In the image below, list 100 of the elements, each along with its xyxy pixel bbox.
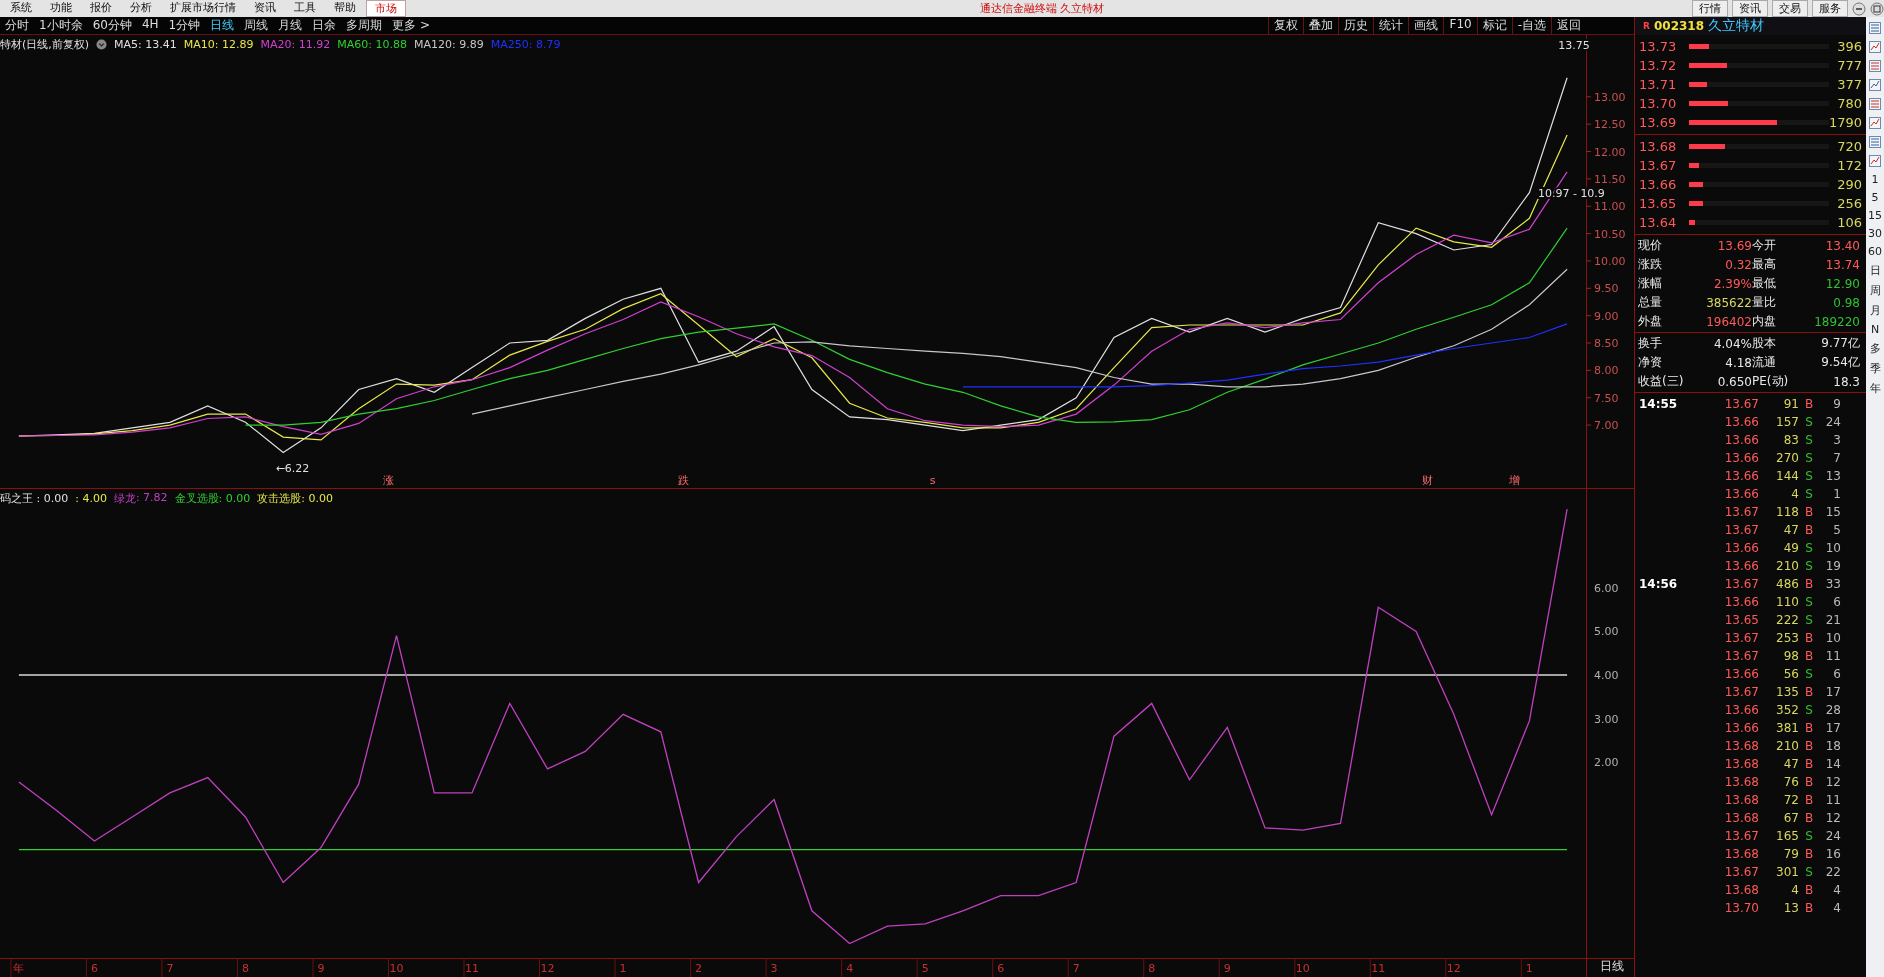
axis-label: 5	[921, 962, 929, 975]
trade-price: 13.66	[1723, 433, 1759, 447]
order-price: 13.69	[1639, 115, 1678, 130]
trade-count: 12	[1824, 775, 1841, 789]
trade-volume: 4	[1790, 487, 1799, 501]
stat-value: 4.04%	[1712, 336, 1752, 351]
period-tab[interactable]: 1分钟	[163, 17, 206, 34]
axis-label: 11.50	[1594, 172, 1626, 186]
period-tab[interactable]: 多周期	[341, 17, 388, 34]
tool-icon[interactable]	[1868, 97, 1882, 111]
period-tab[interactable]: 分时	[0, 17, 34, 34]
trade-price: 13.66	[1723, 721, 1759, 735]
menu-item[interactable]: 资讯	[1732, 0, 1768, 17]
trade-side: S	[1804, 415, 1814, 429]
menu-item[interactable]: 市场	[366, 0, 406, 17]
period-label: 日线	[1600, 958, 1624, 975]
tool-icon[interactable]	[1868, 78, 1882, 92]
period-tab[interactable]: 日线	[205, 17, 240, 34]
period-button[interactable]: N	[1870, 323, 1880, 336]
toolbar-button[interactable]: 历史	[1338, 17, 1374, 34]
period-button[interactable]: 30	[1868, 227, 1882, 240]
trade-price: 13.70	[1723, 901, 1759, 915]
trade-volume: 352	[1775, 703, 1799, 717]
period-tab[interactable]: 4H	[136, 17, 164, 34]
period-button[interactable]: 60	[1868, 245, 1882, 258]
tool-icon[interactable]	[1868, 40, 1882, 54]
menu-item[interactable]: 分析	[122, 0, 160, 17]
period-button[interactable]: 日	[1869, 263, 1881, 278]
trade-side: S	[1804, 541, 1814, 555]
tool-icon[interactable]	[1868, 154, 1882, 168]
axis-label: 5.00	[1594, 625, 1619, 639]
period-button[interactable]: 季	[1869, 361, 1881, 376]
period-tab[interactable]: 日余	[307, 17, 342, 34]
order-price: 13.65	[1639, 196, 1678, 211]
indicator-legend: : 4.00	[75, 492, 107, 505]
menu-item[interactable]: 服务	[1812, 0, 1848, 17]
stat-label: 流通	[1752, 354, 1777, 371]
toolbar-button[interactable]: 复权	[1268, 17, 1304, 34]
period-tab[interactable]: 60分钟	[87, 17, 137, 34]
trade-count: 1	[1832, 487, 1841, 501]
trade-price: 13.68	[1723, 883, 1759, 897]
trade-count: 11	[1824, 793, 1841, 807]
tool-icon[interactable]	[1868, 135, 1882, 149]
axis-label: 8.00	[1594, 364, 1619, 378]
trade-volume: 381	[1775, 721, 1799, 735]
trade-volume: 253	[1775, 631, 1799, 645]
axis-label: 7	[166, 962, 174, 975]
trade-side: B	[1803, 793, 1815, 807]
maximize-icon[interactable]	[1870, 1, 1884, 16]
ma-legend-name: MA10	[183, 38, 215, 51]
toolbar-button[interactable]: 统计	[1373, 17, 1409, 34]
tool-icon[interactable]	[1868, 21, 1882, 35]
trade-count: 13	[1824, 469, 1841, 483]
trade-price: 13.68	[1723, 793, 1759, 807]
menu-item[interactable]: 帮助	[326, 0, 364, 17]
period-button[interactable]: 多	[1869, 341, 1881, 356]
toolbar-button[interactable]: F10	[1443, 17, 1477, 34]
axis-label: 6	[90, 962, 98, 975]
toolbar-button[interactable]: -自选	[1511, 17, 1551, 34]
menu-item[interactable]: 资讯	[246, 0, 284, 17]
menu-item[interactable]: 扩展市场行情	[162, 0, 244, 17]
toolbar-button[interactable]: 返回	[1551, 17, 1586, 34]
axis-label: 10	[1295, 962, 1310, 975]
menu-item[interactable]: 工具	[286, 0, 324, 17]
period-tab[interactable]: 更多 >	[387, 17, 436, 34]
trade-volume: 4	[1790, 883, 1799, 897]
trade-price: 13.67	[1723, 685, 1759, 699]
trade-price: 13.67	[1723, 397, 1759, 411]
toolbar-button[interactable]: 叠加	[1303, 17, 1339, 34]
axis-label: 9	[1223, 962, 1231, 975]
period-button[interactable]: 年	[1869, 381, 1881, 396]
menu-item[interactable]: 系统	[2, 0, 40, 17]
trade-count: 22	[1824, 865, 1841, 879]
menu-item[interactable]: 交易	[1772, 0, 1808, 17]
period-button[interactable]: 15	[1868, 209, 1882, 222]
period-tab[interactable]: 周线	[239, 17, 274, 34]
period-button[interactable]: 月	[1869, 303, 1881, 318]
trade-price: 13.66	[1723, 487, 1759, 501]
menu-item[interactable]: 行情	[1692, 0, 1728, 17]
axis-label: 7.50	[1594, 391, 1619, 405]
menu-item[interactable]: 报价	[82, 0, 120, 17]
order-price: 13.64	[1639, 215, 1678, 230]
trade-volume: 91	[1782, 397, 1799, 411]
period-button[interactable]: 1	[1871, 173, 1879, 186]
period-button[interactable]: 5	[1871, 191, 1879, 204]
trade-volume: 270	[1775, 451, 1799, 465]
dropdown-icon[interactable]	[96, 39, 108, 50]
toolbar-button[interactable]: 画线	[1408, 17, 1444, 34]
menu-item[interactable]: 功能	[42, 0, 80, 17]
toolbar-button[interactable]: 标记	[1476, 17, 1512, 34]
period-tab[interactable]: 1小时余	[34, 17, 88, 34]
tool-icon[interactable]	[1868, 59, 1882, 73]
period-button[interactable]: 周	[1869, 283, 1881, 298]
trade-count: 5	[1832, 523, 1841, 537]
minimize-icon[interactable]	[1852, 1, 1866, 16]
tool-icon[interactable]	[1868, 116, 1882, 130]
trade-volume: 110	[1775, 595, 1799, 609]
trade-count: 21	[1824, 613, 1841, 627]
period-tab[interactable]: 月线	[273, 17, 308, 34]
trade-volume: 165	[1775, 829, 1799, 843]
